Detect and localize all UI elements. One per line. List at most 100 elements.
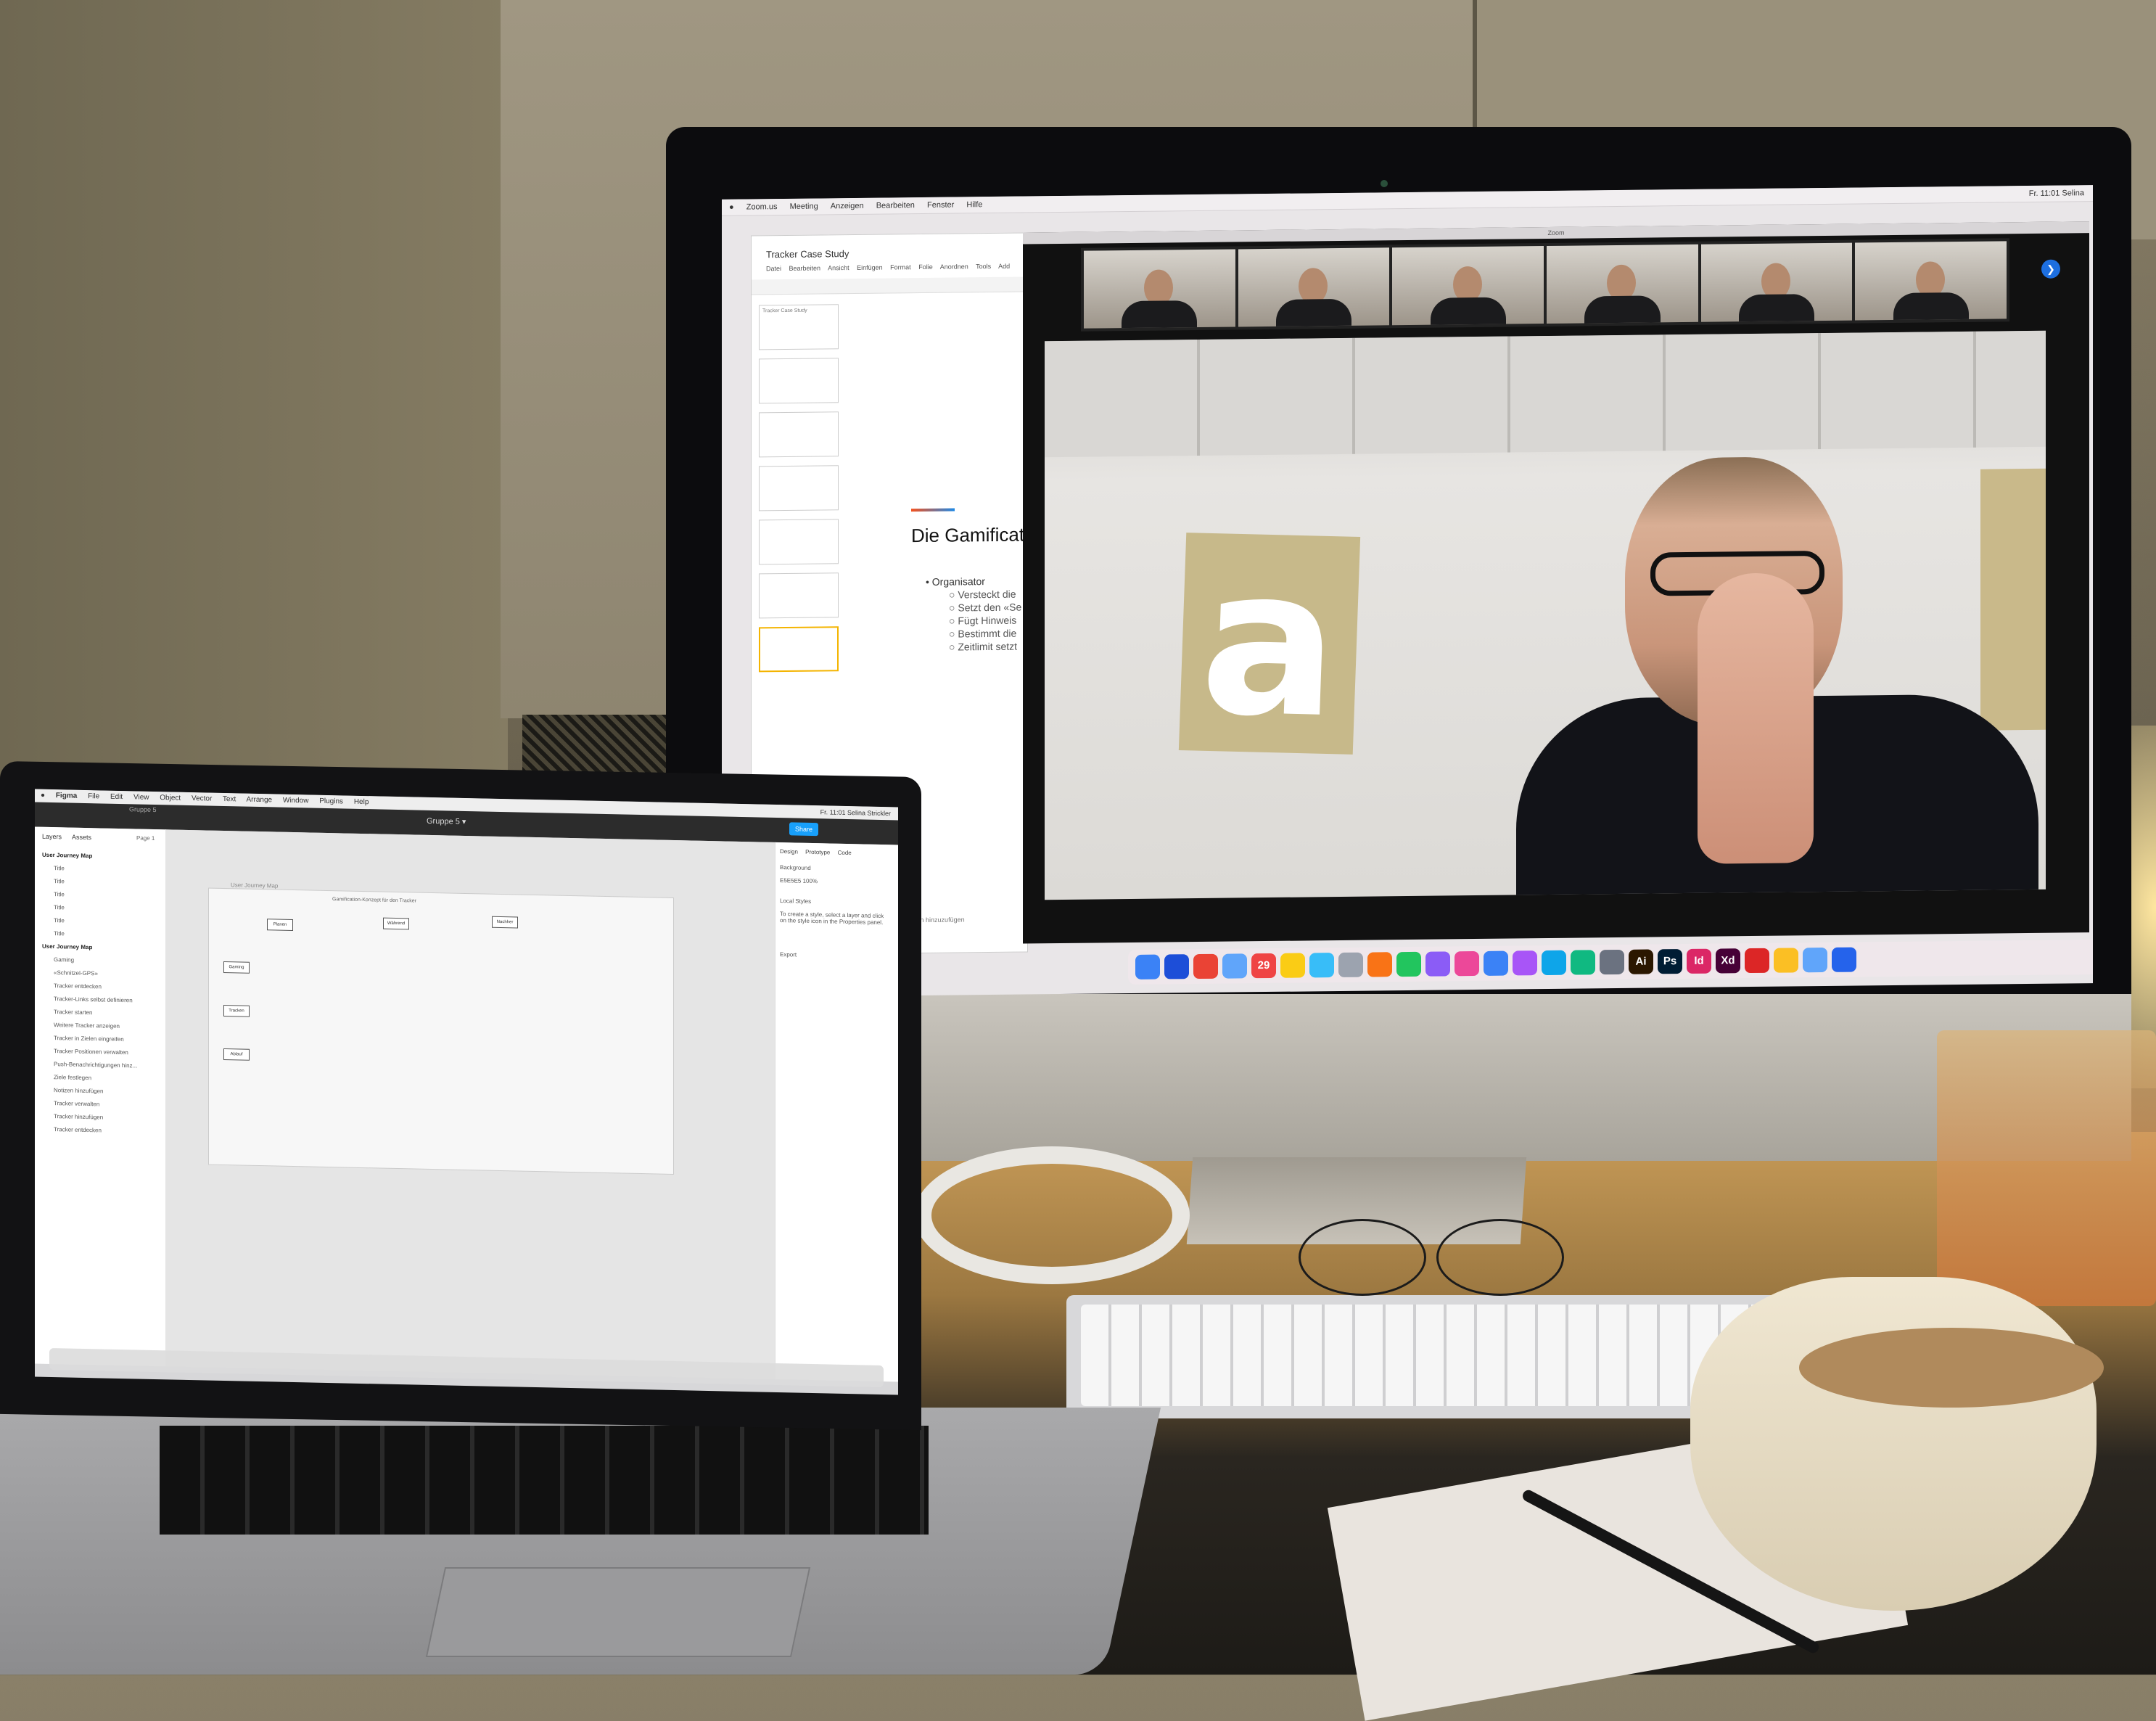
dock-app-icon[interactable] (1832, 947, 1856, 972)
menu-item[interactable]: Meeting (790, 199, 818, 215)
dock-app-icon[interactable]: Ps (1658, 949, 1682, 974)
participant-tile[interactable] (1855, 241, 2007, 321)
frame-label[interactable]: User Journey Map (231, 882, 278, 889)
journey-box[interactable]: Ablauf (223, 1048, 250, 1061)
dock-app-icon[interactable] (1164, 954, 1189, 979)
dock-app-icon[interactable] (1571, 950, 1595, 975)
slides-menu-item[interactable]: Anordnen (940, 263, 968, 270)
tab-code[interactable]: Code (838, 850, 852, 856)
dock-app-icon[interactable]: Xd (1716, 948, 1740, 974)
tab-design[interactable]: Design (780, 848, 798, 855)
dock-app-icon[interactable] (1367, 952, 1392, 977)
menu-item[interactable]: Edit (110, 793, 123, 801)
sub-bullet: ○ Setzt den «Se (949, 601, 1022, 614)
slide-thumbnail[interactable] (759, 465, 839, 512)
dock-app-icon[interactable] (1425, 951, 1450, 977)
figma-file-name[interactable]: Gruppe 5 ▾ (427, 816, 466, 826)
slide-canvas[interactable]: Die Gamificat • Organisator ○ Versteckt … (860, 443, 1049, 750)
slide-thumbnail[interactable]: Tracker Case Study (759, 304, 839, 350)
dock-app-icon[interactable] (1280, 953, 1305, 978)
journey-map-frame[interactable]: Gamification-Konzept für den Tracker Pla… (209, 888, 673, 1174)
poster-letter: a (1196, 523, 1343, 764)
menu-item[interactable]: Plugins (319, 797, 343, 806)
journey-box[interactable]: Während (383, 917, 409, 930)
menu-item[interactable]: Object (160, 794, 181, 802)
slide-thumbnail[interactable] (759, 519, 839, 565)
dock-app-icon[interactable] (1774, 948, 1798, 973)
tab-layers[interactable]: Layers (42, 833, 62, 841)
dock-app-icon[interactable] (1513, 950, 1537, 976)
participant-tile[interactable] (1084, 249, 1235, 329)
slide-thumbnail-selected[interactable] (759, 626, 839, 673)
journey-box[interactable]: Gaming (223, 961, 250, 974)
menu-item[interactable]: File (88, 792, 99, 800)
slides-menu-item[interactable]: Folie (918, 263, 933, 271)
slide-thumbnail[interactable] (759, 411, 839, 458)
tab-assets[interactable]: Assets (72, 834, 91, 842)
slides-doc-title[interactable]: Tracker Case Study (766, 248, 849, 260)
menu-item[interactable]: Hilfe (966, 197, 982, 213)
dock-app-icon[interactable] (1338, 952, 1363, 977)
dock-app-icon[interactable]: Id (1687, 948, 1711, 974)
figma-canvas[interactable]: User Journey Map Gamification-Konzept fü… (165, 829, 775, 1379)
participant-tile[interactable] (1547, 244, 1698, 324)
menu-item[interactable]: Window (283, 797, 309, 805)
speaker-hands (1698, 572, 1814, 864)
journey-box[interactable]: Planen (267, 919, 293, 931)
dock-app-icon[interactable] (1135, 954, 1160, 979)
menu-item[interactable]: Bearbeiten (876, 197, 915, 214)
menu-item[interactable]: Arrange (247, 796, 273, 805)
dock-app-icon[interactable] (1455, 950, 1479, 977)
sub-bullet: ○ Versteckt die (949, 588, 1016, 601)
share-button[interactable]: Share (789, 822, 818, 837)
layers-panel: Layers Assets Page 1 User Journey Map Tit… (35, 826, 166, 1367)
dock-app-icon[interactable] (1222, 953, 1247, 979)
headphones (914, 1146, 1190, 1284)
slides-menu-item[interactable]: Einfügen (857, 264, 883, 271)
dock-app-icon[interactable] (1484, 950, 1508, 976)
menu-item[interactable]: Zoom.us (746, 199, 778, 215)
dock-app-icon[interactable] (1193, 953, 1218, 979)
export-label[interactable]: Export (780, 951, 797, 958)
dock-app-icon[interactable] (1745, 948, 1769, 974)
local-styles-hint: To create a style, select a layer and cl… (780, 911, 884, 927)
slides-menu-item[interactable]: Add (998, 263, 1010, 270)
menu-item[interactable]: Text (223, 795, 236, 803)
participant-tile[interactable] (1238, 247, 1390, 327)
slides-menu-item[interactable]: Format (890, 263, 911, 271)
dock-app-icon[interactable] (1803, 947, 1827, 973)
participant-tile[interactable] (1392, 246, 1544, 326)
dock-app-icon[interactable]: Ai (1629, 949, 1653, 974)
dock-app-icon[interactable] (1542, 950, 1566, 976)
menubar-clock: Fr. 11:01 Selina (2028, 189, 2084, 199)
layer-item[interactable]: Tracker entdecken (42, 1123, 162, 1138)
journey-box[interactable]: Nachher (492, 916, 518, 929)
dock-app-icon[interactable] (1309, 953, 1334, 978)
slides-menu-item[interactable]: Ansicht (828, 264, 849, 271)
menu-item[interactable]: Fenster (927, 197, 954, 213)
slides-menu-item[interactable]: Tools (976, 263, 991, 270)
apple-menu-icon[interactable]: ● (729, 200, 734, 215)
menu-item[interactable]: View (133, 793, 149, 801)
menu-item[interactable]: Help (354, 798, 369, 806)
sub-bullet: ○ Zeitlimit setzt (949, 640, 1018, 653)
menu-item[interactable]: Vector (192, 794, 212, 803)
slide-thumbnail[interactable] (759, 358, 839, 404)
page-selector[interactable]: Page 1 (136, 834, 155, 842)
apple-menu-icon[interactable]: ● (41, 792, 45, 800)
dock-app-icon[interactable] (1600, 949, 1624, 975)
menu-item[interactable]: Figma (56, 792, 77, 800)
tab-prototype[interactable]: Prototype (805, 849, 830, 856)
journey-box[interactable]: Tracken (223, 1004, 250, 1017)
background-color-field[interactable]: E5E5E5 100% (780, 877, 818, 884)
gallery-next-icon[interactable]: ❯ (2041, 259, 2060, 279)
slides-menu-item[interactable]: Bearbeiten (789, 264, 821, 271)
wall-poster-partial (1980, 468, 2046, 731)
slides-menu-item[interactable]: Datei (766, 265, 781, 272)
slides-toolbar[interactable] (752, 276, 1027, 295)
dock-app-icon[interactable]: 29 (1251, 953, 1276, 979)
slide-thumbnail[interactable] (759, 572, 839, 619)
menu-item[interactable]: Anzeigen (831, 198, 864, 214)
dock-app-icon[interactable] (1396, 951, 1421, 977)
participant-tile[interactable] (1700, 242, 1853, 322)
